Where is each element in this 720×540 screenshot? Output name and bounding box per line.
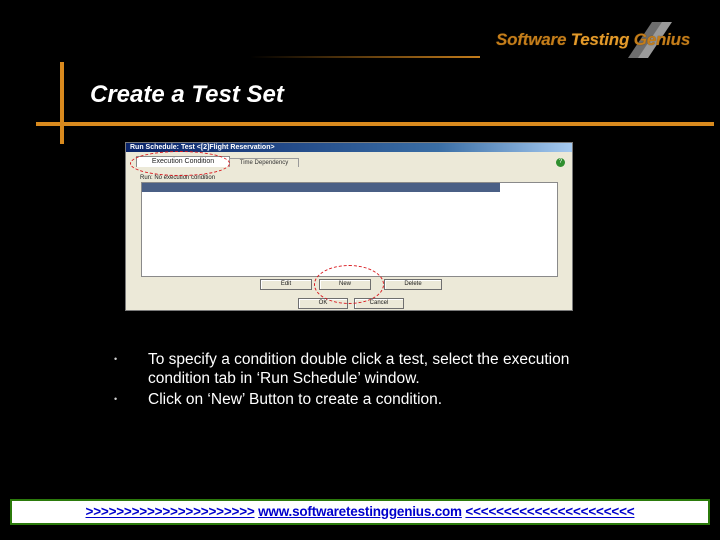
condition-list-selected-row[interactable] (142, 183, 500, 192)
software-testing-genius-logo: Software Testing Genius (496, 22, 716, 70)
logo-word-genius: Genius (633, 30, 691, 49)
logo-word-testing: Testing (570, 30, 630, 49)
bullet-list: • To specify a condition double click a … (110, 350, 590, 411)
logo-text: Software Testing Genius (496, 30, 690, 50)
footer-banner: >>>>>>>>>>>>>>>>>>>>>> www.softwaretesti… (10, 499, 710, 525)
bullet-text: Click on ‘New’ Button to create a condit… (148, 391, 443, 408)
dialog-title: Run Schedule: Test <[2]Flight Reservatio… (130, 144, 275, 151)
edit-button[interactable]: Edit (260, 279, 312, 290)
tab-time-dependency[interactable]: Time Dependency (229, 158, 299, 167)
bullet-item: • To specify a condition double click a … (110, 350, 590, 388)
slide: Software Testing Genius Create a Test Se… (0, 0, 720, 540)
bullet-text: To specify a condition double click a te… (148, 351, 570, 387)
footer-left-arrows: >>>>>>>>>>>>>>>>>>>>>> (85, 504, 255, 519)
highlight-new-button (314, 265, 384, 304)
bullet-item: • Click on ‘New’ Button to create a cond… (110, 390, 590, 409)
accent-line-vertical (60, 62, 64, 144)
footer-text: >>>>>>>>>>>>>>>>>>>>>> www.softwaretesti… (12, 501, 708, 523)
footer-right-arrows: <<<<<<<<<<<<<<<<<<<<<< (465, 504, 635, 519)
accent-line-top (250, 56, 480, 58)
accent-line-horizontal (36, 122, 714, 126)
logo-word-software: Software (496, 30, 567, 49)
highlight-execution-tab (130, 151, 230, 176)
condition-list[interactable] (141, 182, 558, 277)
slide-title: Create a Test Set (90, 81, 284, 108)
bullet-dot-icon: • (114, 394, 118, 404)
footer-website-link[interactable]: www.softwaretestinggenius.com (258, 504, 462, 519)
bullet-dot-icon: • (114, 354, 118, 364)
delete-button[interactable]: Delete (384, 279, 442, 290)
help-icon[interactable]: ? (556, 158, 565, 167)
